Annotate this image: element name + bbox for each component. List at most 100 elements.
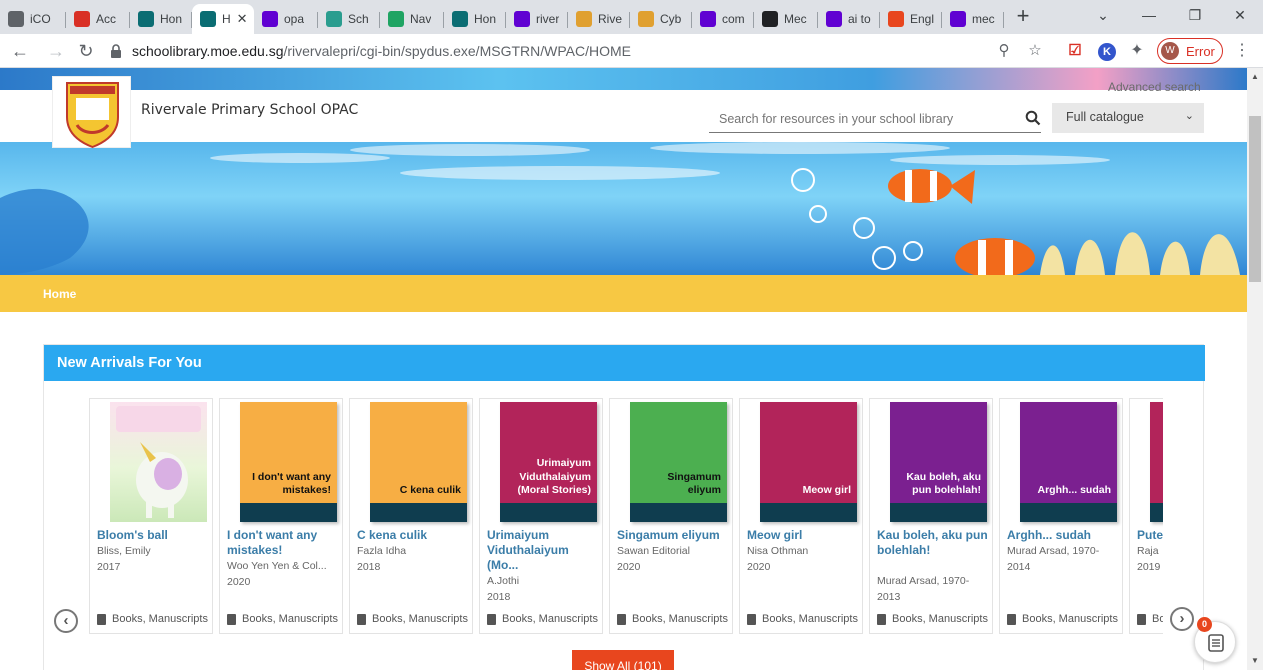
reload-button[interactable]: ↻ [74, 39, 98, 63]
book-author: Nisa Othman [747, 545, 809, 557]
book-format-label: Books, Manuscripts [242, 613, 338, 625]
page-scrollbar[interactable]: ▲ ▼ [1247, 68, 1263, 670]
panel-title: New Arrivals For You [57, 355, 202, 371]
book-year: 2020 [747, 561, 771, 573]
browser-tab[interactable]: Cyb [630, 4, 692, 34]
yahoo-icon [262, 11, 278, 27]
book-card[interactable]: Kau boleh, aku pun bolehlah! Kau boleh, a… [869, 398, 993, 634]
browser-tab[interactable]: Sch [318, 4, 380, 34]
book-title-link[interactable]: Arghh... sudah [1007, 528, 1123, 543]
book-icon [877, 613, 886, 625]
browser-tab[interactable]: Hon [130, 4, 192, 34]
search-input[interactable] [709, 106, 1041, 133]
book-author: Fazla Idha [357, 545, 407, 557]
globe-icon [8, 11, 24, 27]
cover-text: Meow girl [802, 484, 851, 497]
book-title-link[interactable]: Urimaiyum Viduthalaiyum (Mo... [487, 528, 603, 573]
book-cover[interactable]: I don't want any mistakes! [240, 402, 337, 522]
scrollbar-thumb[interactable] [1249, 116, 1261, 282]
browser-tab[interactable]: mec [942, 4, 1004, 34]
book-cover[interactable]: Urimaiyum Viduthalaiyum (Moral Stories) [500, 402, 597, 522]
book-format-label: Books, Manuscripts [632, 613, 728, 625]
scroll-up-icon[interactable]: ▲ [1250, 72, 1260, 81]
site-title[interactable]: Rivervale Primary School OPAC [141, 102, 358, 118]
book-title-link[interactable]: Meow girl [747, 528, 863, 543]
book-title-link[interactable]: C kena culik [357, 528, 473, 543]
browser-tab[interactable]: Mec [754, 4, 818, 34]
browser-tab[interactable]: Acc [66, 4, 130, 34]
browser-menu-icon[interactable]: ⋮ [1231, 40, 1253, 62]
browser-tab[interactable]: com [692, 4, 754, 34]
book-format-label: Books, Manuscripts [762, 613, 858, 625]
browser-tab[interactable]: Rive [568, 4, 630, 34]
extensions-puzzle-icon[interactable]: ✦ [1126, 40, 1148, 62]
book-title-link[interactable]: Singamum eliyum [617, 528, 733, 543]
search-icon[interactable] [1025, 110, 1041, 126]
browser-tab[interactable]: Nav [380, 4, 444, 34]
tab-title: ai to [848, 12, 871, 26]
chevron-down-icon: ⌄ [1184, 110, 1194, 122]
book-author: Murad Arsad, 1970- [1007, 545, 1100, 557]
zoom-icon[interactable]: ⚲ [993, 40, 1015, 62]
minimize-button[interactable]: — [1126, 0, 1172, 30]
book-title-link[interactable]: Pute Leda [1137, 528, 1163, 543]
school-logo[interactable] [52, 76, 131, 149]
close-window-button[interactable]: ✕ [1217, 0, 1263, 30]
book-cover[interactable]: Arghh... sudah [1020, 402, 1117, 522]
book-cover[interactable]: Kau boleh, aku pun bolehlah! [890, 402, 987, 522]
browser-tab[interactable]: ai to [818, 4, 880, 34]
carousel-prev-button[interactable]: ‹ [54, 609, 78, 633]
book-cover[interactable]: C kena culik [370, 402, 467, 522]
browser-tab[interactable]: river [506, 4, 568, 34]
home-link[interactable]: Home [43, 287, 76, 301]
book-card[interactable]: Meow girl Meow girl Nisa Othman 2020 Books, … [739, 398, 863, 634]
book-title-link[interactable]: I don't want any mistakes! [227, 528, 343, 558]
browser-tab[interactable]: iCO [0, 4, 66, 34]
profile-button[interactable]: W Error [1157, 38, 1223, 64]
extension-k-icon[interactable]: K [1096, 40, 1118, 62]
browser-tab[interactable]: opa [254, 4, 318, 34]
cover-text: Kau boleh, aku pun bolehlah! [906, 470, 981, 497]
book-cover[interactable] [110, 402, 207, 522]
book-card[interactable]: Pute Leda Raja 2019 Books, Manuscripts [1129, 398, 1163, 634]
advanced-search-link[interactable]: Advanced search [1108, 80, 1201, 94]
new-tab-button[interactable]: + [1010, 4, 1036, 30]
underwater-illustration [0, 142, 1240, 275]
cover-text: Singamum eliyum [667, 470, 721, 497]
book-card[interactable]: Singamum eliyum Singamum eliyum Sawan Edit… [609, 398, 733, 634]
book-cover[interactable]: Singamum eliyum [630, 402, 727, 522]
scroll-down-icon[interactable]: ▼ [1250, 656, 1260, 665]
book-author: A.Jothi [487, 575, 520, 587]
book-card[interactable]: Arghh... sudah Arghh... sudah Murad Arsad,… [999, 398, 1123, 634]
forward-button[interactable]: → [44, 39, 68, 63]
browser-tab[interactable]: Engl [880, 4, 942, 34]
catalogue-select[interactable]: Full catalogue ⌄ [1052, 103, 1204, 133]
bookmark-star-icon[interactable]: ☆ [1024, 40, 1046, 62]
tab-search-icon[interactable]: ⌄ [1080, 0, 1126, 30]
book-title-link[interactable]: Kau boleh, aku pun bolehlah! [877, 528, 993, 558]
browser-tab[interactable]: Hon [444, 4, 506, 34]
book-card[interactable]: C kena culik C kena culik Fazla Idha 2018 Bo… [349, 398, 473, 634]
yahoo-icon [826, 11, 842, 27]
yahoo-icon [700, 11, 716, 27]
show-all-button[interactable]: Show All (101) [572, 650, 674, 670]
book-cover[interactable]: Meow girl [760, 402, 857, 522]
carousel-next-button[interactable]: › [1170, 607, 1194, 631]
restore-button[interactable]: ❐ [1172, 0, 1218, 30]
address-bar[interactable]: schoolibrary.moe.edu.sg/rivervalepri/cgi… [110, 38, 1070, 64]
close-tab-icon[interactable]: ✕ [237, 11, 248, 27]
book-title-link[interactable]: Bloom's ball [97, 528, 213, 543]
book-cover[interactable] [1150, 402, 1163, 522]
tab-title: Nav [410, 12, 432, 26]
book-card[interactable]: Bloom's ball Bliss, Emily 2017 Books, Manus… [89, 398, 213, 634]
school-crest-icon [638, 11, 654, 27]
browser-tab[interactable]: H ✕ [192, 4, 254, 34]
cover-strip [890, 503, 987, 522]
book-card[interactable]: I don't want any mistakes! I don't want a… [219, 398, 343, 634]
back-button[interactable]: ← [8, 39, 32, 63]
extension-shield-icon[interactable]: ☑ [1064, 40, 1086, 62]
cover-strip [630, 503, 727, 522]
book-card[interactable]: Urimaiyum Viduthalaiyum (Moral Stories) U… [479, 398, 603, 634]
tab-title: river [536, 12, 560, 26]
book-author: Bliss, Emily [97, 545, 151, 557]
